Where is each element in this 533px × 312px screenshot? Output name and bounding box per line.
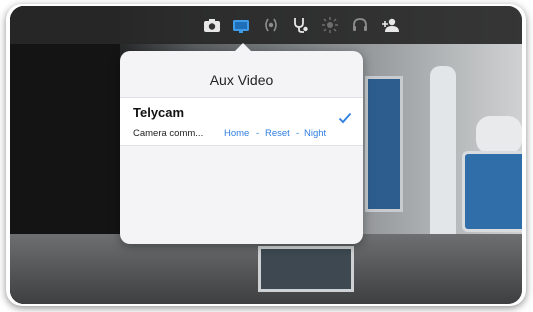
popover-arrow bbox=[234, 43, 252, 52]
stethoscope-icon[interactable] bbox=[290, 16, 310, 34]
feed-camera-head bbox=[476, 116, 522, 154]
brightness-icon[interactable] bbox=[320, 16, 340, 34]
aux-video-popover: Aux Video Telycam Camera comm... Home - … bbox=[120, 43, 363, 244]
video-call-window: Aux Video Telycam Camera comm... Home - … bbox=[10, 6, 522, 304]
add-person-icon[interactable] bbox=[380, 16, 400, 34]
popover-title: Aux Video bbox=[209, 72, 274, 88]
headset-icon[interactable] bbox=[350, 16, 370, 34]
aux-video-icon[interactable] bbox=[231, 16, 251, 34]
reset-command-link[interactable]: Reset bbox=[265, 128, 290, 139]
camera-commands-label: Camera comm... bbox=[133, 128, 204, 139]
night-command-link[interactable]: Night bbox=[304, 128, 326, 139]
audio-icon[interactable] bbox=[261, 16, 281, 34]
checkmark-icon bbox=[338, 111, 352, 124]
feed-monitor bbox=[462, 151, 522, 232]
command-separator: - bbox=[296, 128, 300, 139]
home-command-link[interactable]: Home bbox=[224, 128, 249, 139]
source-name: Telycam bbox=[133, 105, 185, 120]
call-toolbar bbox=[10, 6, 522, 44]
feed-monitor-small bbox=[258, 246, 354, 292]
feed-monitor-tall bbox=[365, 76, 403, 212]
camera-icon[interactable] bbox=[202, 16, 222, 34]
command-separator: - bbox=[256, 128, 260, 139]
source-row-telycam[interactable]: Telycam Camera comm... Home - Reset - Ni… bbox=[120, 97, 363, 146]
